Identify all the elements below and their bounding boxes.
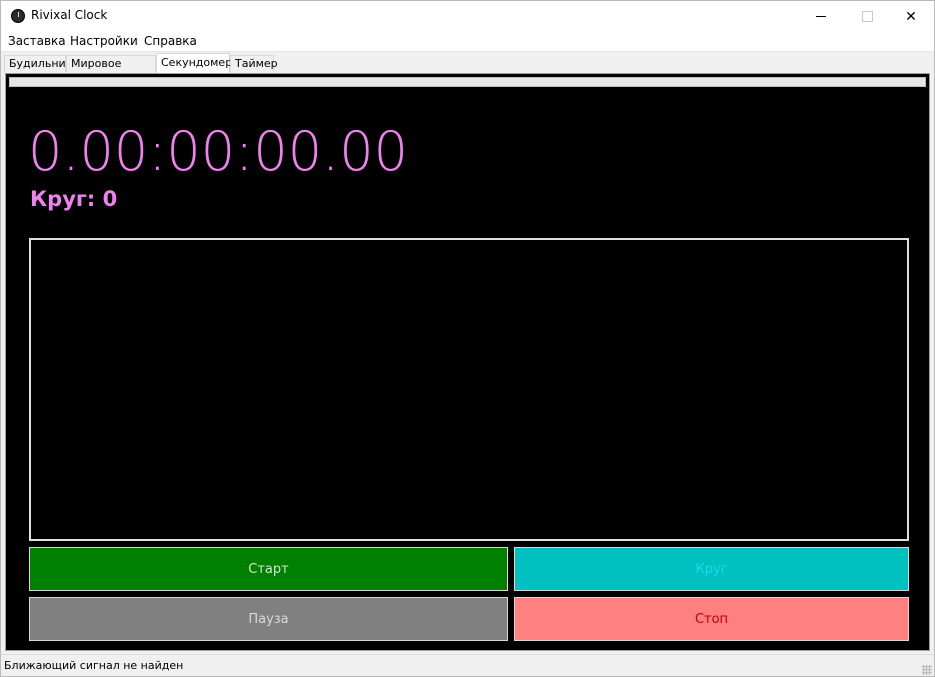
menu-item-screensaver[interactable]: Заставка xyxy=(8,34,66,48)
maximize-icon xyxy=(861,11,873,22)
stopwatch-panel: 0.00:00:00.00 Круг: 0 Старт Круг Пауза С… xyxy=(5,73,930,651)
minimize-button[interactable] xyxy=(798,1,844,32)
lap-button[interactable]: Круг xyxy=(514,547,909,591)
progress-bar xyxy=(9,77,926,87)
menu-item-help[interactable]: Справка xyxy=(144,34,197,48)
tab-stopwatch[interactable]: Секундомер xyxy=(156,53,232,73)
app-window: Rivixal Clock ✕ Заставка Настройки Справ… xyxy=(0,0,935,677)
start-button[interactable]: Старт xyxy=(29,547,508,591)
tab-timer[interactable]: Таймер xyxy=(230,55,278,72)
lap-counter: Круг: 0 xyxy=(30,187,118,211)
tab-alarm[interactable]: Будильник xyxy=(4,55,72,72)
menu-item-settings[interactable]: Настройки xyxy=(70,34,138,48)
menu-bar: Заставка Настройки Справка xyxy=(1,32,934,52)
maximize-button[interactable] xyxy=(844,1,890,32)
lap-list[interactable] xyxy=(29,238,909,541)
resize-grip-icon[interactable] xyxy=(922,665,932,675)
tab-strip: Будильник Мировое время Секундомер Тайме… xyxy=(1,52,934,86)
window-title: Rivixal Clock xyxy=(31,8,108,22)
tab-world-time[interactable]: Мировое время xyxy=(66,55,156,86)
minimize-icon xyxy=(816,16,826,17)
pause-button[interactable]: Пауза xyxy=(29,597,508,641)
close-button[interactable]: ✕ xyxy=(888,1,934,32)
elapsed-time: 0.00:00:00.00 xyxy=(28,120,408,183)
clock-icon xyxy=(11,9,25,23)
stop-button[interactable]: Стоп xyxy=(514,597,909,641)
status-bar: Ближающий сигнал не найден xyxy=(1,654,934,676)
title-bar[interactable]: Rivixal Clock ✕ xyxy=(1,1,934,32)
status-text: Ближающий сигнал не найден xyxy=(4,659,184,672)
close-icon: ✕ xyxy=(905,8,917,25)
